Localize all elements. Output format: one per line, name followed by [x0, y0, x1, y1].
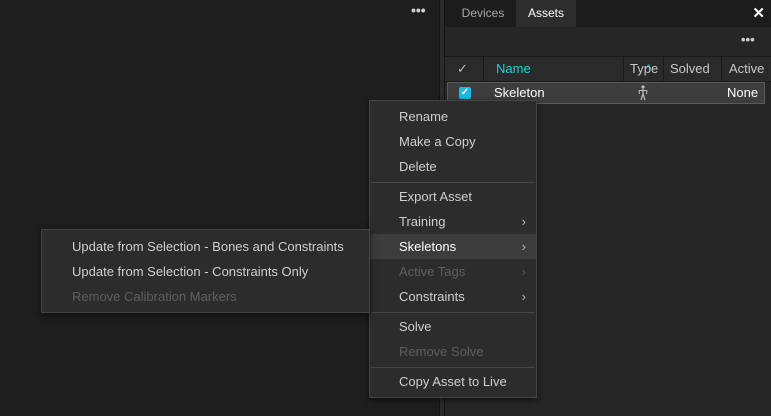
- menu-separator: [371, 367, 535, 368]
- submenu-item-label: Update from Selection - Constraints Only: [72, 264, 309, 279]
- menu-item-delete[interactable]: Delete: [370, 154, 536, 179]
- tab-devices[interactable]: Devices: [452, 0, 514, 27]
- column-header-solved[interactable]: Solved: [663, 57, 715, 81]
- menu-item-label: Delete: [399, 159, 437, 174]
- menu-item-label: Make a Copy: [399, 134, 476, 149]
- column-header-active[interactable]: Active: [721, 57, 771, 81]
- menu-separator: [371, 312, 535, 313]
- column-header-name[interactable]: Name ^: [483, 57, 651, 81]
- context-menu: Rename Make a Copy Delete Export Asset T…: [369, 100, 537, 398]
- menu-item-active-tags: Active Tags ›: [370, 259, 536, 284]
- menu-item-label: Solve: [399, 319, 432, 334]
- tab-assets[interactable]: Assets: [516, 0, 576, 27]
- row-active-value: None: [727, 85, 759, 100]
- select-all-check-icon[interactable]: ✓: [457, 57, 468, 81]
- menu-item-remove-solve: Remove Solve: [370, 339, 536, 364]
- close-icon[interactable]: ✕: [752, 4, 765, 22]
- chevron-right-icon: ›: [521, 289, 526, 304]
- panel-more-icon[interactable]: •••: [741, 32, 755, 47]
- menu-item-label: Constraints: [399, 289, 465, 304]
- table-header: ✓ Name ^ Type Solved Active: [445, 56, 771, 82]
- menu-item-label: Training: [399, 214, 446, 229]
- chevron-right-icon: ›: [521, 264, 526, 279]
- menu-item-label: Rename: [399, 109, 449, 124]
- column-name-label: Name: [496, 61, 531, 76]
- menu-item-copy-asset-to-live[interactable]: Copy Asset to Live: [370, 369, 536, 394]
- menu-item-label: Remove Solve: [399, 344, 484, 359]
- menu-item-export-asset[interactable]: Export Asset: [370, 184, 536, 209]
- submenu-item-remove-calibration-markers: Remove Calibration Markers: [42, 284, 369, 309]
- menu-item-label: Active Tags: [399, 264, 466, 279]
- menu-separator: [371, 182, 535, 183]
- menu-item-constraints[interactable]: Constraints ›: [370, 284, 536, 309]
- viewport-more-icon[interactable]: •••: [411, 2, 426, 18]
- row-checkbox[interactable]: ✓: [459, 87, 471, 99]
- menu-item-label: Skeletons: [399, 239, 457, 254]
- menu-item-skeletons[interactable]: Skeletons ›: [370, 234, 536, 259]
- submenu-item-update-constraints-only[interactable]: Update from Selection - Constraints Only: [42, 259, 369, 284]
- menu-item-rename[interactable]: Rename: [370, 104, 536, 129]
- submenu-item-update-bones-and-constraints[interactable]: Update from Selection - Bones and Constr…: [42, 234, 369, 259]
- tab-bar: Devices Assets ✕: [445, 0, 771, 27]
- column-header-type[interactable]: Type: [623, 57, 663, 81]
- skeletons-submenu: Update from Selection - Bones and Constr…: [41, 229, 370, 313]
- menu-item-solve[interactable]: Solve: [370, 314, 536, 339]
- menu-item-label: Copy Asset to Live: [399, 374, 507, 389]
- menu-item-label: Export Asset: [399, 189, 472, 204]
- submenu-item-label: Remove Calibration Markers: [72, 289, 237, 304]
- chevron-right-icon: ›: [521, 214, 526, 229]
- menu-item-training[interactable]: Training ›: [370, 209, 536, 234]
- skeleton-figure-icon: [638, 85, 648, 106]
- submenu-item-label: Update from Selection - Bones and Constr…: [72, 239, 344, 254]
- chevron-right-icon: ›: [521, 239, 526, 254]
- menu-item-make-a-copy[interactable]: Make a Copy: [370, 129, 536, 154]
